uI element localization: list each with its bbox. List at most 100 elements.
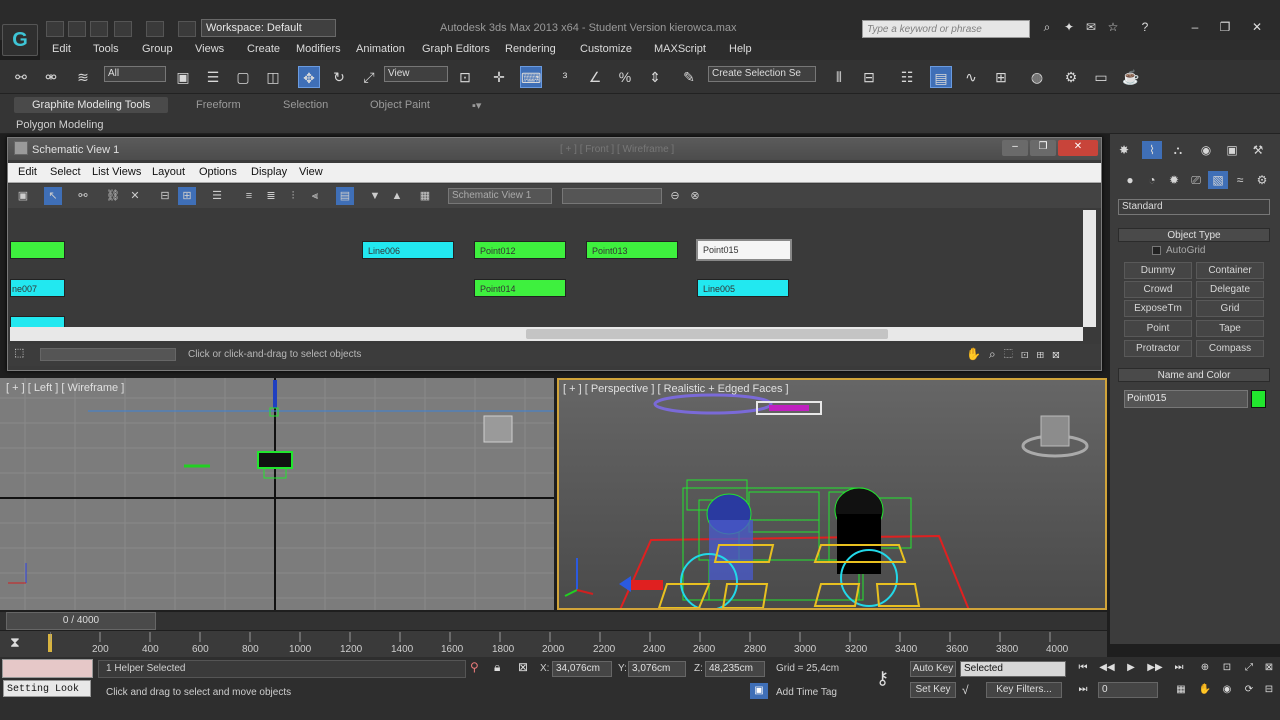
schematic-menu-select[interactable]: Select: [50, 166, 81, 178]
geometry-icon[interactable]: ●: [1120, 171, 1140, 189]
menu-edit[interactable]: Edit: [52, 43, 71, 55]
go-to-end-icon[interactable]: ⏭: [1170, 660, 1188, 676]
restore-icon[interactable]: ❐: [1214, 18, 1236, 36]
schematic-menu-edit[interactable]: Edit: [18, 166, 37, 178]
undo-icon[interactable]: [114, 21, 132, 37]
mirror-icon[interactable]: ⫴: [828, 66, 850, 88]
percent-snap-icon[interactable]: %: [614, 66, 636, 88]
add-time-tag[interactable]: Add Time Tag: [776, 687, 837, 698]
exposetm-button[interactable]: ExposeTm: [1124, 300, 1192, 317]
point-button[interactable]: Point: [1124, 320, 1192, 337]
mini-curve-editor-icon[interactable]: ⧗: [10, 634, 20, 651]
name-and-color-rollout[interactable]: Name and Color: [1118, 368, 1270, 382]
select-move-icon[interactable]: ✥: [298, 66, 320, 88]
menu-views[interactable]: Views: [195, 43, 224, 55]
link-icon[interactable]: ⚯: [10, 66, 32, 88]
schematic-node-point015[interactable]: Point015: [696, 239, 792, 261]
tape-button[interactable]: Tape: [1196, 320, 1264, 337]
maxscript-listener-mini[interactable]: [2, 659, 93, 678]
schematic-node-line006[interactable]: Line006: [362, 241, 454, 259]
spinner-snap-icon[interactable]: ⇕: [644, 66, 666, 88]
menu-graph-editors[interactable]: Graph Editors: [422, 43, 490, 55]
time-slider[interactable]: 0 / 4000: [6, 612, 156, 630]
panel-polygon-modeling[interactable]: Polygon Modeling: [16, 119, 103, 131]
zoom-all-icon[interactable]: ⊡: [1218, 660, 1236, 676]
select-scale-icon[interactable]: ⤢: [358, 66, 380, 88]
z-coordinate-field[interactable]: 48,235cm: [705, 661, 765, 677]
new-file-icon[interactable]: [46, 21, 64, 37]
subscription-icon[interactable]: ✦: [1058, 18, 1080, 36]
schematic-view-icon[interactable]: ⊞: [990, 66, 1012, 88]
compass-button[interactable]: Compass: [1196, 340, 1264, 357]
app-logo-button[interactable]: G: [2, 24, 38, 56]
schematic-node-line005[interactable]: Line005: [697, 279, 789, 297]
perspective-viewport-label[interactable]: [ + ] [ Perspective ] [ Realistic + Edge…: [563, 383, 789, 395]
minimize-icon[interactable]: –: [1184, 18, 1206, 36]
helpers-icon[interactable]: ▧: [1208, 171, 1228, 189]
schematic-menu-layout[interactable]: Layout: [152, 166, 185, 178]
previous-frame-icon[interactable]: ◀◀: [1098, 660, 1116, 676]
protractor-button[interactable]: Protractor: [1124, 340, 1192, 357]
menu-maxscript[interactable]: MAXScript: [654, 43, 706, 55]
schematic-menu-options[interactable]: Options: [199, 166, 237, 178]
delete-objects-icon[interactable]: ✕: [126, 187, 144, 205]
render-production-icon[interactable]: ☕: [1120, 66, 1142, 88]
schematic-node-line007[interactable]: ne007: [10, 279, 65, 297]
arrange-selected-icon[interactable]: ⫷: [306, 187, 324, 205]
maximize-viewport-icon[interactable]: ⤢: [1240, 660, 1258, 676]
schematic-close-icon[interactable]: ✕: [1058, 140, 1098, 156]
menu-create[interactable]: Create: [247, 43, 280, 55]
schematic-maximize-icon[interactable]: ❐: [1030, 140, 1056, 156]
selection-lock-icon[interactable]: 🔒︎: [494, 660, 500, 675]
select-manipulate-icon[interactable]: ✛: [488, 66, 510, 88]
project-folder-icon[interactable]: [178, 21, 196, 37]
rendered-frame-icon[interactable]: ▭: [1090, 66, 1112, 88]
viewport-left[interactable]: [ + ] [ Left ] [ Wireframe ]: [0, 378, 554, 610]
bind-space-warp-icon[interactable]: ≋: [72, 66, 94, 88]
go-to-start-icon[interactable]: ⏮: [1074, 660, 1092, 676]
layer-manager-icon[interactable]: ☷: [896, 66, 918, 88]
binoculars-icon[interactable]: ⌕: [1036, 18, 1058, 36]
edit-named-selection-icon[interactable]: ✎: [678, 66, 700, 88]
schematic-vertical-scrollbar[interactable]: [1083, 210, 1096, 327]
cameras-icon[interactable]: ⎚: [1186, 171, 1206, 189]
curve-editor-icon[interactable]: ∿: [960, 66, 982, 88]
menu-modifiers[interactable]: Modifiers: [296, 43, 341, 55]
zoom-extents-icon[interactable]: ⊕: [1196, 660, 1214, 676]
time-tag-icon[interactable]: ▣: [750, 683, 768, 699]
hierarchy-mode-icon[interactable]: ⊟: [156, 187, 174, 205]
maxscript-output[interactable]: Setting Look: [3, 680, 91, 697]
shapes-icon[interactable]: ◔: [1142, 171, 1162, 189]
delegate-button[interactable]: Delegate: [1196, 281, 1264, 298]
schematic-node-point012[interactable]: Point012: [474, 241, 566, 259]
lights-icon[interactable]: ✹: [1164, 171, 1184, 189]
go-to-bookmark-icon[interactable]: ⊖: [666, 187, 684, 205]
redo-icon[interactable]: [146, 21, 164, 37]
material-editor-icon[interactable]: ◍: [1026, 66, 1048, 88]
menu-group[interactable]: Group: [142, 43, 173, 55]
schematic-node-point014[interactable]: Point014: [474, 279, 566, 297]
tab-selection[interactable]: Selection: [283, 99, 328, 111]
viewport-perspective[interactable]: [ + ] [ Perspective ] [ Realistic + Edge…: [557, 378, 1107, 610]
workspace-dropdown[interactable]: Workspace: Default: [201, 19, 336, 37]
schematic-view-name-field[interactable]: Schematic View 1: [448, 188, 552, 204]
display-floater-icon[interactable]: ▣: [14, 187, 32, 205]
preferences-icon[interactable]: ▦: [416, 187, 434, 205]
display-tab-icon[interactable]: ▣: [1222, 141, 1242, 159]
object-color-swatch[interactable]: [1251, 390, 1266, 408]
align-selected-center-icon[interactable]: ≣: [262, 187, 280, 205]
unlink-selected-icon[interactable]: ⛓: [104, 187, 122, 205]
container-button[interactable]: Container: [1196, 262, 1264, 279]
schematic-menu-display[interactable]: Display: [251, 166, 287, 178]
menu-animation[interactable]: Animation: [356, 43, 405, 55]
utilities-tab-icon[interactable]: ⚒: [1248, 141, 1268, 159]
schematic-scroll-thumb[interactable]: [526, 329, 888, 339]
expand-selected-icon[interactable]: ▼: [366, 187, 384, 205]
ribbon-options-icon[interactable]: ▪▾: [472, 99, 481, 112]
delete-bookmark-icon[interactable]: ⊗: [686, 187, 704, 205]
collapse-selected-icon[interactable]: ▲: [388, 187, 406, 205]
modify-tab-icon[interactable]: ⌇: [1142, 141, 1162, 159]
schematic-select-icon[interactable]: ↖: [44, 187, 62, 205]
bookmark-name-dropdown[interactable]: [562, 188, 662, 204]
help-icon[interactable]: ?: [1134, 18, 1156, 36]
